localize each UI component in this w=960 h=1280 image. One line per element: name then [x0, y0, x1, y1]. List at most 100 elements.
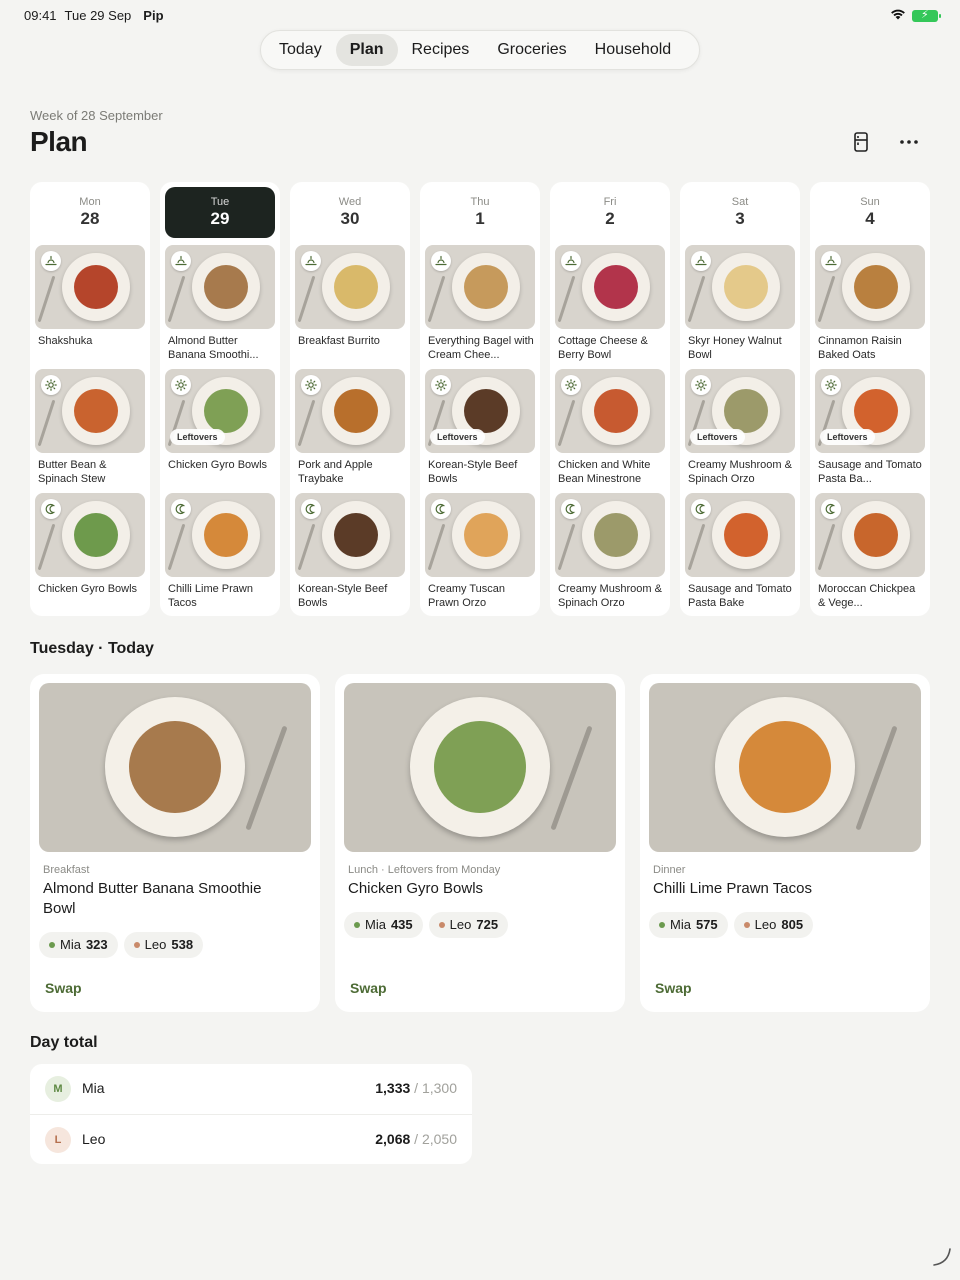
swap-button[interactable]: Swap — [350, 980, 387, 996]
tab-plan[interactable]: Plan — [335, 34, 398, 66]
meal-title: Chilli Lime Prawn Tacos — [653, 880, 812, 897]
day-header-thu[interactable]: Thu 1 — [425, 187, 535, 238]
meal-card-dinner[interactable]: Korean-Style Beef Bowls — [295, 493, 405, 611]
person-dot — [133, 942, 140, 948]
day-date: 30 — [340, 209, 360, 228]
day-name: Tue — [210, 196, 230, 208]
meal-card-breakfast[interactable]: Cinnamon Raisin Baked Oats — [815, 245, 925, 363]
meal-title: Almond Butter Banana Smoothie Bowl — [43, 880, 262, 917]
day-header-mon[interactable]: Mon 28 — [35, 187, 145, 238]
day-header-fri[interactable]: Fri 2 — [555, 187, 665, 238]
kcal-value: 435 — [390, 917, 413, 932]
resize-handle-icon[interactable] — [930, 1245, 954, 1274]
meal-card-breakfast[interactable]: Almond Butter Banana Smoothi... — [165, 245, 275, 363]
meal-name: Chilli Lime Prawn Tacos — [168, 583, 253, 609]
meal-photo — [685, 493, 795, 577]
total-row-leo: L Leo 2,068 / 2,050 — [30, 1114, 472, 1164]
day-name: Sun — [860, 196, 880, 208]
meal-card-breakfast[interactable]: Shakshuka — [35, 245, 145, 363]
day-column: Wed 30 Breakfast Burrito Pork and Apple Tra… — [290, 182, 410, 616]
day-total-title: Day total — [30, 1034, 98, 1051]
meal-card-breakfast[interactable]: Breakfast Burrito — [295, 245, 405, 363]
person-dot — [438, 922, 445, 928]
day-header-sun[interactable]: Sun 4 — [815, 187, 925, 238]
person-name: Mia — [60, 937, 81, 952]
meal-name: Sausage and Tomato Pasta Bake — [688, 583, 792, 609]
meal-photo — [165, 493, 275, 577]
meal-photo: Leftovers — [165, 369, 275, 453]
meal-kind: Lunch · Leftovers from Monday — [348, 864, 501, 876]
meal-name: Breakfast Burrito — [298, 335, 380, 347]
dinner-moon-icon — [431, 499, 451, 519]
week-grid: Mon 28 Shakshuka Butter Bean & Spinach Stew… — [30, 182, 930, 616]
wifi-icon — [890, 8, 906, 23]
today-meal-card[interactable]: Dinner Chilli Lime Prawn Tacos Mia 575 Leo 80… — [640, 674, 930, 1012]
calorie-pill-leo: Leo 725 — [428, 912, 509, 938]
tab-recipes[interactable]: Recipes — [398, 34, 484, 66]
meal-card-dinner[interactable]: Creamy Tuscan Prawn Orzo — [425, 493, 535, 611]
day-header-wed[interactable]: Wed 30 — [295, 187, 405, 238]
meal-card-breakfast[interactable]: Cottage Cheese & Berry Bowl — [555, 245, 665, 363]
day-total-card: M Mia 1,333 / 1,300 L Leo 2,068 / 2,050 — [30, 1064, 472, 1164]
total-row-mia: M Mia 1,333 / 1,300 — [30, 1064, 472, 1114]
day-column: Tue 29 Almond Butter Banana Smoothi... Left… — [160, 182, 280, 616]
meal-name: Chicken and White Bean Minestrone — [558, 459, 651, 485]
tab-today[interactable]: Today — [265, 34, 336, 66]
status-date: Tue 29 Sep — [64, 8, 132, 23]
meal-card-breakfast[interactable]: Everything Bagel with Cream Chee... — [425, 245, 535, 363]
meal-card-breakfast[interactable]: Skyr Honey Walnut Bowl — [685, 245, 795, 363]
day-date: 1 — [475, 209, 485, 228]
calorie-pill-mia: Mia 323 — [39, 932, 118, 958]
battery-charging-icon: ⚡ — [912, 9, 941, 22]
tab-household[interactable]: Household — [581, 34, 686, 66]
meal-name: Creamy Mushroom & Spinach Orzo — [558, 583, 662, 609]
calorie-pill-leo: Leo 805 — [733, 912, 814, 938]
dinner-moon-icon — [41, 499, 61, 519]
meal-name: Skyr Honey Walnut Bowl — [688, 335, 782, 361]
today-meal-card[interactable]: Lunch · Leftovers from Monday Chicken Gyr… — [335, 674, 625, 1012]
meal-name: Chicken Gyro Bowls — [168, 459, 268, 471]
meal-name: Shakshuka — [38, 335, 93, 347]
meal-card-dinner[interactable]: Sausage and Tomato Pasta Bake — [685, 493, 795, 611]
fridge-icon[interactable] — [847, 128, 875, 156]
meal-card-lunch[interactable]: Leftovers Sausage and Tomato Pasta Ba... — [815, 369, 925, 487]
swap-button[interactable]: Swap — [655, 980, 692, 996]
avatar: L — [45, 1127, 71, 1153]
meal-name: Chicken Gyro Bowls — [38, 583, 138, 595]
person-dot — [354, 922, 360, 928]
lunch-sun-icon — [41, 375, 61, 395]
kcal-value: 725 — [476, 917, 499, 932]
dinner-moon-icon — [301, 499, 321, 519]
meal-name: Creamy Tuscan Prawn Orzo — [428, 583, 506, 609]
person-name: Leo — [449, 917, 472, 932]
meal-card-lunch[interactable]: Pork and Apple Traybake — [295, 369, 405, 487]
meal-card-lunch[interactable]: Leftovers Creamy Mushroom & Spinach Orzo — [685, 369, 795, 487]
meal-photo — [165, 245, 275, 329]
meal-card-dinner[interactable]: Chicken Gyro Bowls — [35, 493, 145, 611]
meal-photo — [555, 245, 665, 329]
lunch-sun-icon — [171, 375, 191, 395]
meal-photo — [295, 493, 405, 577]
meal-card-lunch[interactable]: Leftovers Korean-Style Beef Bowls — [425, 369, 535, 487]
swap-button[interactable]: Swap — [45, 980, 82, 996]
day-header-sat[interactable]: Sat 3 — [685, 187, 795, 238]
today-meal-card[interactable]: Breakfast Almond Butter Banana Smoothie B… — [30, 674, 320, 1012]
meal-photo — [555, 493, 665, 577]
dinner-moon-icon — [171, 499, 191, 519]
meal-card-dinner[interactable]: Creamy Mushroom & Spinach Orzo — [555, 493, 665, 611]
person-dot — [659, 922, 665, 928]
meal-photo — [295, 369, 405, 453]
meal-photo — [649, 683, 921, 852]
meal-card-lunch[interactable]: Chicken and White Bean Minestrone — [555, 369, 665, 487]
meal-card-dinner[interactable]: Chilli Lime Prawn Tacos — [165, 493, 275, 611]
meal-card-lunch[interactable]: Butter Bean & Spinach Stew — [35, 369, 145, 487]
status-time: 09:41 — [24, 8, 57, 23]
day-date: 4 — [865, 209, 875, 228]
meal-card-lunch[interactable]: Leftovers Chicken Gyro Bowls — [165, 369, 275, 487]
tab-groceries[interactable]: Groceries — [483, 34, 580, 66]
more-options-icon[interactable] — [895, 128, 923, 156]
meal-photo — [35, 493, 145, 577]
meal-card-dinner[interactable]: Moroccan Chickpea & Vege... — [815, 493, 925, 611]
day-header-tue[interactable]: Tue 29 — [165, 187, 275, 238]
kcal-value: 538 — [171, 937, 194, 952]
